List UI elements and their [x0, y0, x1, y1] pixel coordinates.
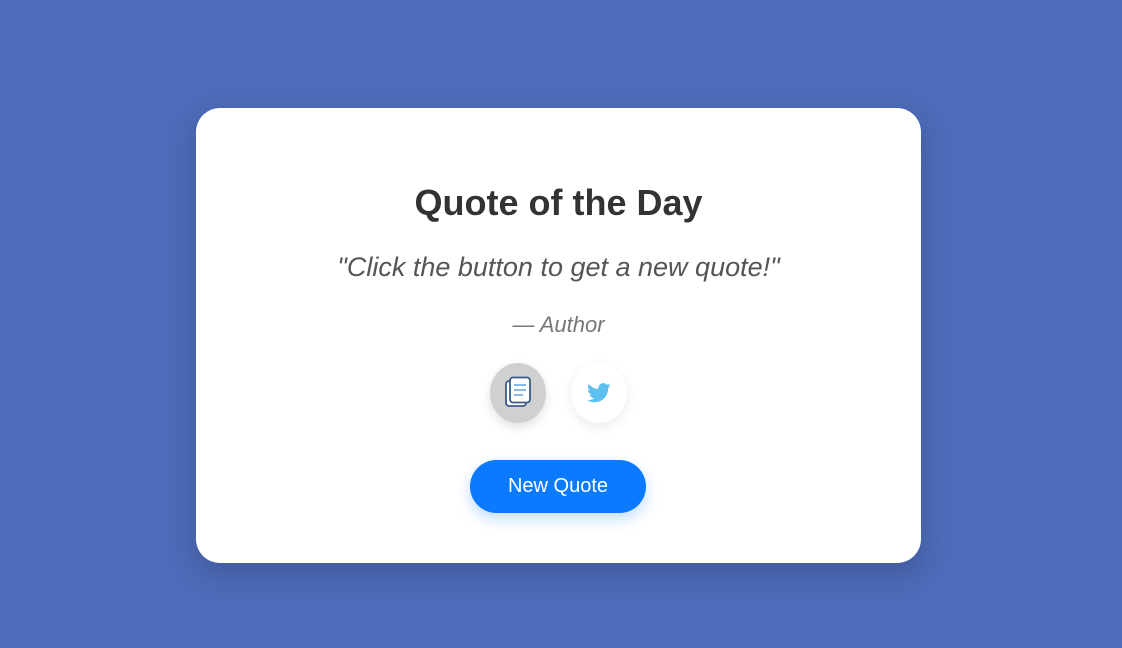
copy-button[interactable] [490, 363, 546, 423]
new-quote-button[interactable]: New Quote [470, 460, 646, 513]
tweet-button[interactable] [571, 363, 627, 423]
page-background: { "card": { "title": "Quote of the Day",… [0, 0, 1122, 648]
quote-author: — Author [512, 312, 605, 337]
twitter-icon [587, 383, 611, 403]
share-actions [196, 363, 921, 423]
copy-icon [505, 376, 531, 407]
page-title: Quote of the Day [414, 182, 703, 223]
quote-text: "Click the button to get a new quote!" [337, 252, 780, 282]
quote-card: Quote of the Day "Click the button to ge… [196, 108, 921, 563]
